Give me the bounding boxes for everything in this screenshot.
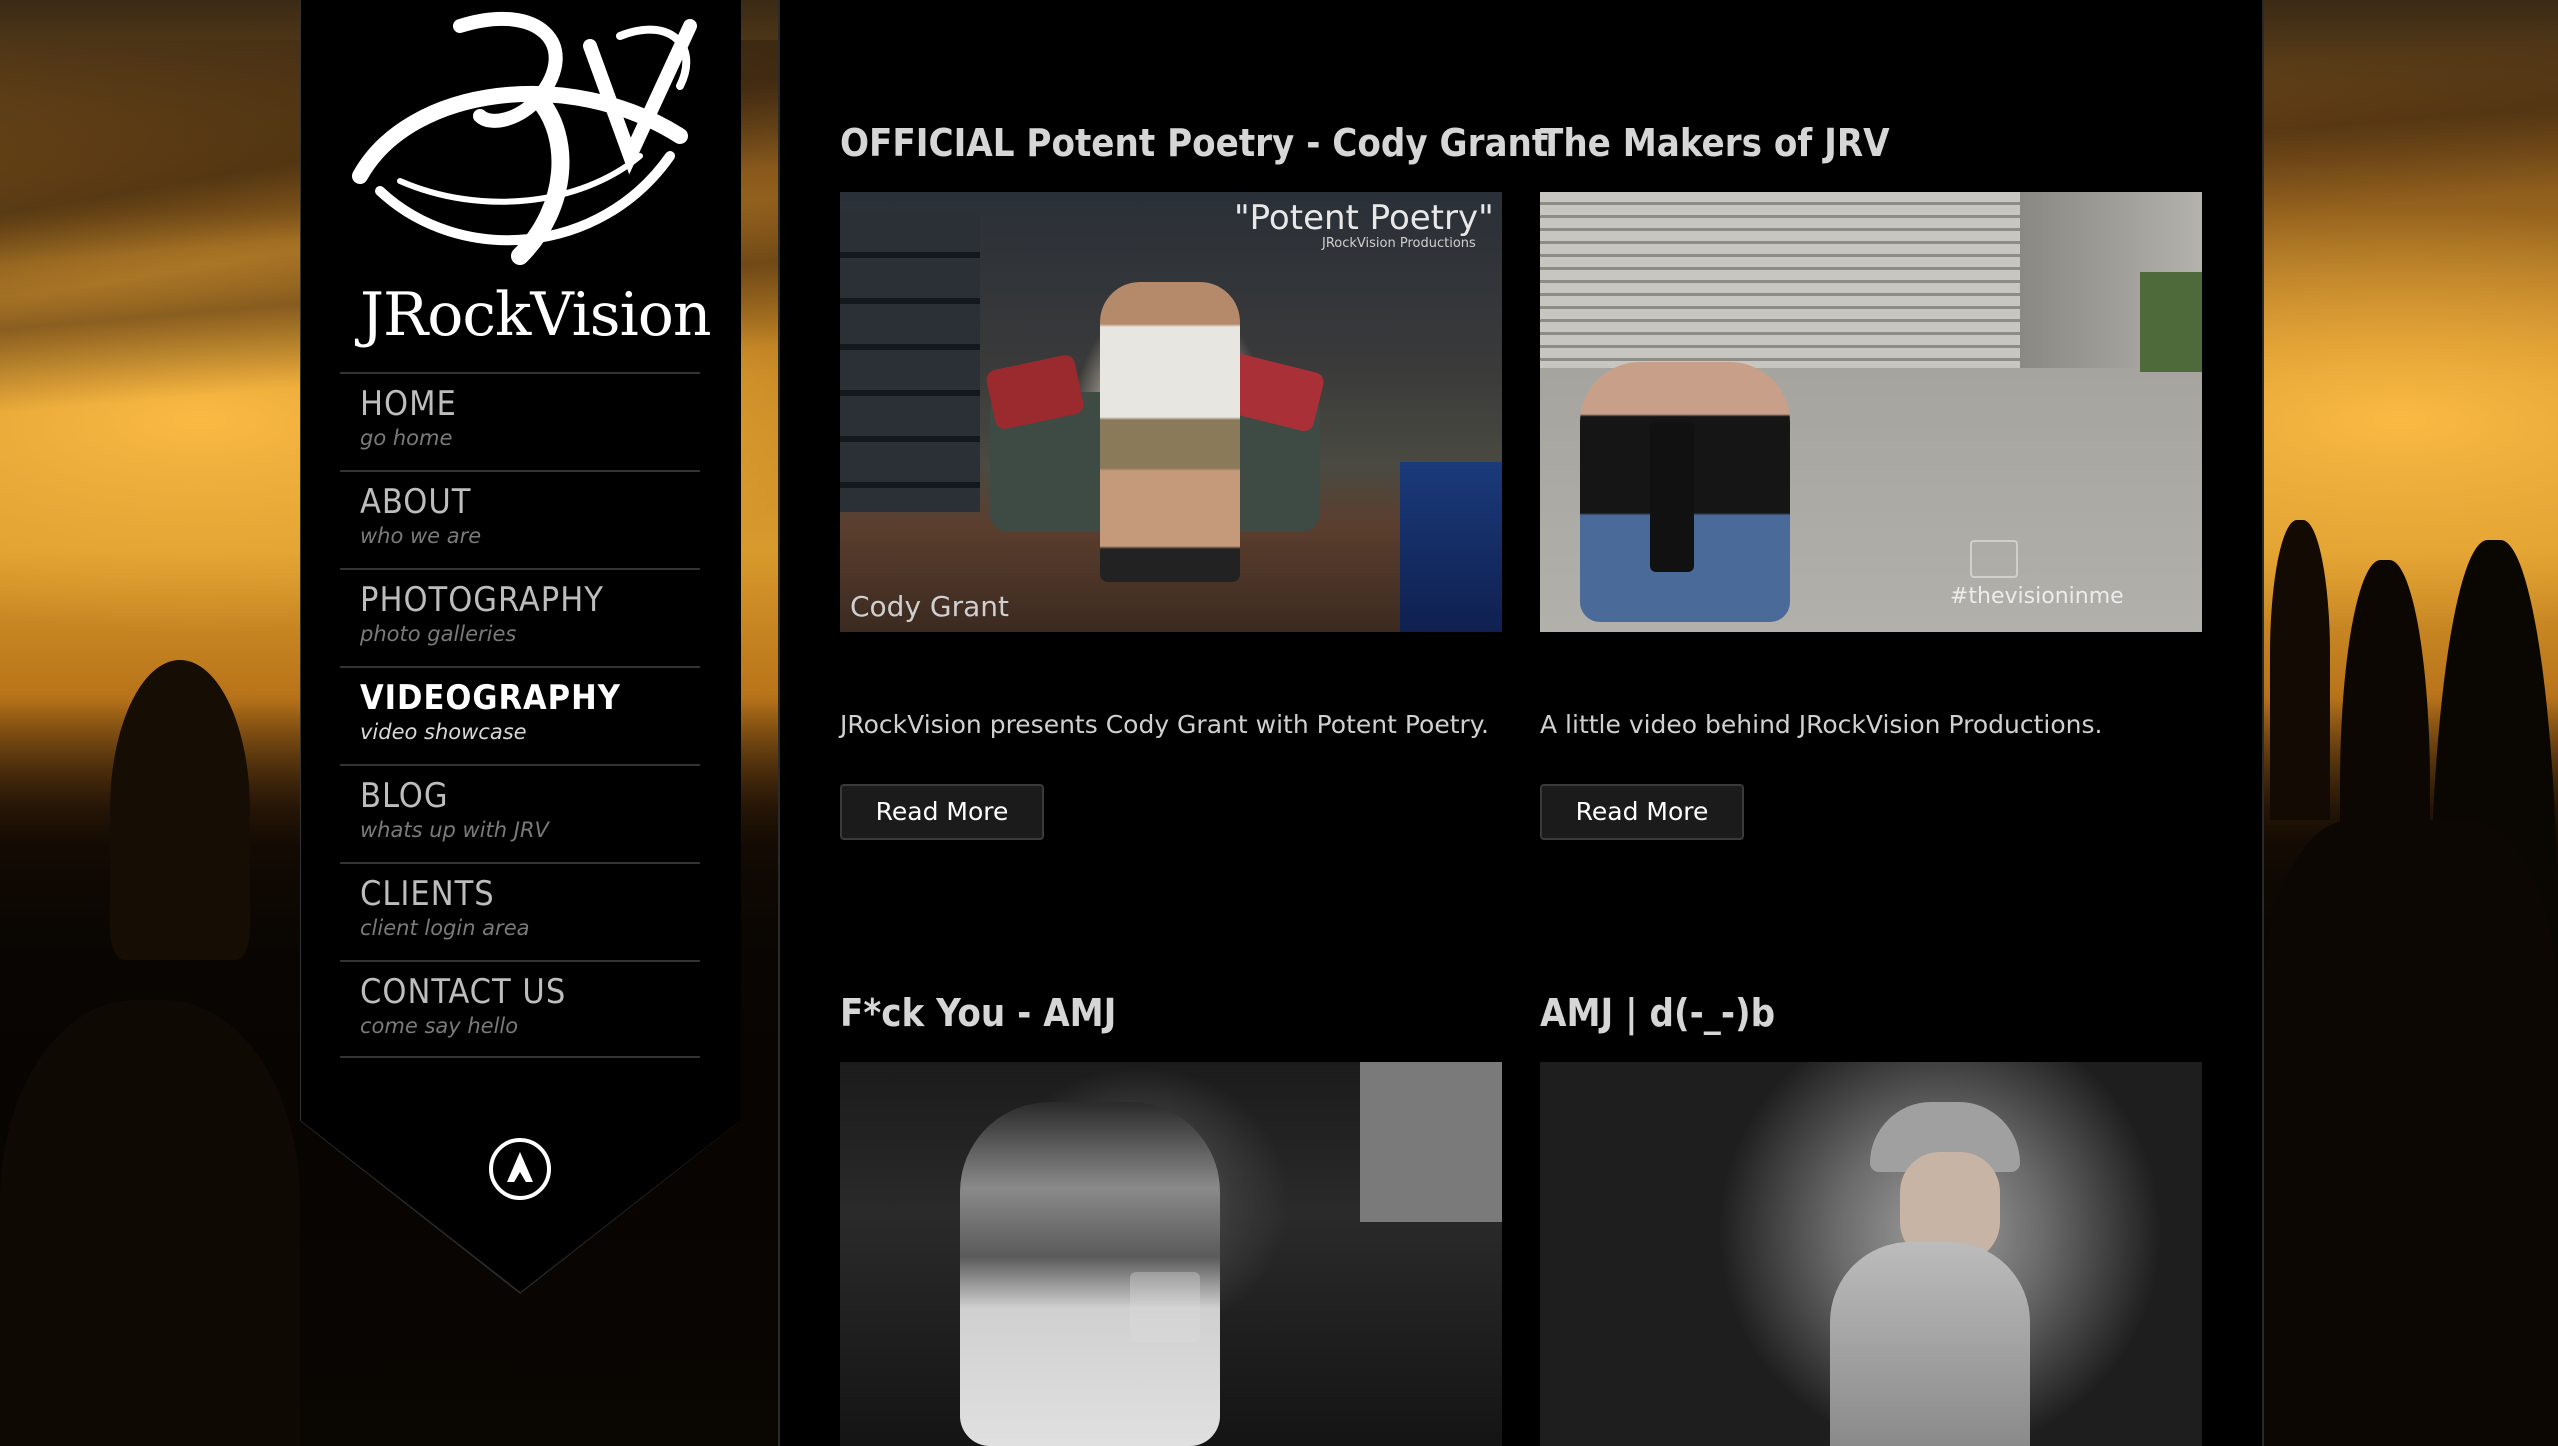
- nav-item-blog[interactable]: BLOG whats up with JRV: [340, 764, 700, 862]
- nav-item-clients[interactable]: CLIENTS client login area: [340, 862, 700, 960]
- video-post: F*ck You - AMJ: [840, 988, 1502, 1446]
- nav-item-subtitle: whats up with JRV: [360, 818, 549, 842]
- nav-item-subtitle: who we are: [360, 524, 482, 548]
- video-post: OFFICIAL Potent Poetry - Cody Grant "Pot…: [840, 118, 1548, 840]
- thumbnail-credit-text: JRockVision Productions: [1322, 236, 1476, 251]
- nav-item-subtitle: photo galleries: [360, 622, 517, 646]
- post-excerpt: A little video behind JRockVision Produc…: [1540, 710, 2103, 739]
- nav-item-subtitle: client login area: [360, 916, 530, 940]
- video-post: The Makers of JRV #thevisioninme A littl…: [1540, 118, 2202, 840]
- nav-item-videography[interactable]: VIDEOGRAPHY video showcase: [340, 666, 700, 764]
- nav-item-label: CONTACT US: [360, 972, 567, 1012]
- video-post: AMJ | d(-_-)b: [1540, 988, 2202, 1446]
- post-excerpt: JRockVision presents Cody Grant with Pot…: [840, 710, 1489, 739]
- thumbnail-steps: [1540, 192, 2040, 368]
- post-title[interactable]: OFFICIAL Potent Poetry - Cody Grant: [840, 118, 1548, 168]
- thumbnail-glass: [1130, 1272, 1200, 1342]
- video-thumbnail[interactable]: "Potent Poetry" JRockVision Productions …: [840, 192, 1502, 632]
- post-title[interactable]: AMJ | d(-_-)b: [1540, 988, 2202, 1038]
- logo-wordmark[interactable]: JRockVision: [360, 280, 712, 350]
- nav-item-subtitle: video showcase: [360, 720, 527, 744]
- nav-item-photography[interactable]: PHOTOGRAPHY photo galleries: [340, 568, 700, 666]
- nav-item-contact-us[interactable]: CONTACT US come say hello: [340, 960, 700, 1058]
- video-thumbnail[interactable]: [840, 1062, 1502, 1446]
- thumbnail-name-text: Cody Grant: [850, 590, 1010, 623]
- thumbnail-tag-text: #thevisioninme: [1950, 584, 2124, 609]
- nav-item-about[interactable]: ABOUT who we are: [340, 470, 700, 568]
- thumbnail-person-body: [1830, 1242, 2030, 1446]
- main-content: OFFICIAL Potent Poetry - Cody Grant "Pot…: [778, 0, 2264, 1446]
- thumbnail-shoe-boxes: [1400, 462, 1502, 632]
- background-tree: [110, 660, 250, 960]
- thumbnail-title-text: "Potent Poetry": [1234, 198, 1494, 238]
- thumbnail-grass: [2140, 272, 2202, 372]
- background-tree: [2270, 520, 2330, 820]
- nav-item-home[interactable]: HOME go home: [340, 372, 700, 470]
- nav-item-label: PHOTOGRAPHY: [360, 580, 604, 620]
- thumbnail-watermark-logo: [1970, 540, 2018, 578]
- thumbnail-shelf: [840, 212, 980, 512]
- background-tree: [0, 1000, 300, 1446]
- nav-item-subtitle: come say hello: [360, 1014, 519, 1038]
- read-more-button[interactable]: Read More: [1540, 784, 1744, 840]
- video-thumbnail[interactable]: [1540, 1062, 2202, 1446]
- nav-item-label: HOME: [360, 384, 457, 424]
- post-title[interactable]: The Makers of JRV: [1540, 118, 2202, 168]
- background-tree: [2262, 820, 2558, 1446]
- nav-item-label: VIDEOGRAPHY: [360, 678, 621, 718]
- nav-item-label: CLIENTS: [360, 874, 495, 914]
- navigation-arrow-icon-notch: [513, 1172, 527, 1184]
- thumbnail-window: [1360, 1062, 1502, 1222]
- thumbnail-person: [1100, 282, 1240, 582]
- nav-item-label: ABOUT: [360, 482, 472, 522]
- back-to-top-button[interactable]: [489, 1138, 551, 1200]
- nav-item-label: BLOG: [360, 776, 449, 816]
- read-more-button[interactable]: Read More: [840, 784, 1044, 840]
- video-thumbnail[interactable]: #thevisioninme: [1540, 192, 2202, 632]
- thumbnail-camera-rig: [1650, 422, 1694, 572]
- nav-item-subtitle: go home: [360, 426, 453, 450]
- main-navigation: HOME go home ABOUT who we are PHOTOGRAPH…: [340, 372, 700, 1058]
- post-title[interactable]: F*ck You - AMJ: [840, 988, 1502, 1038]
